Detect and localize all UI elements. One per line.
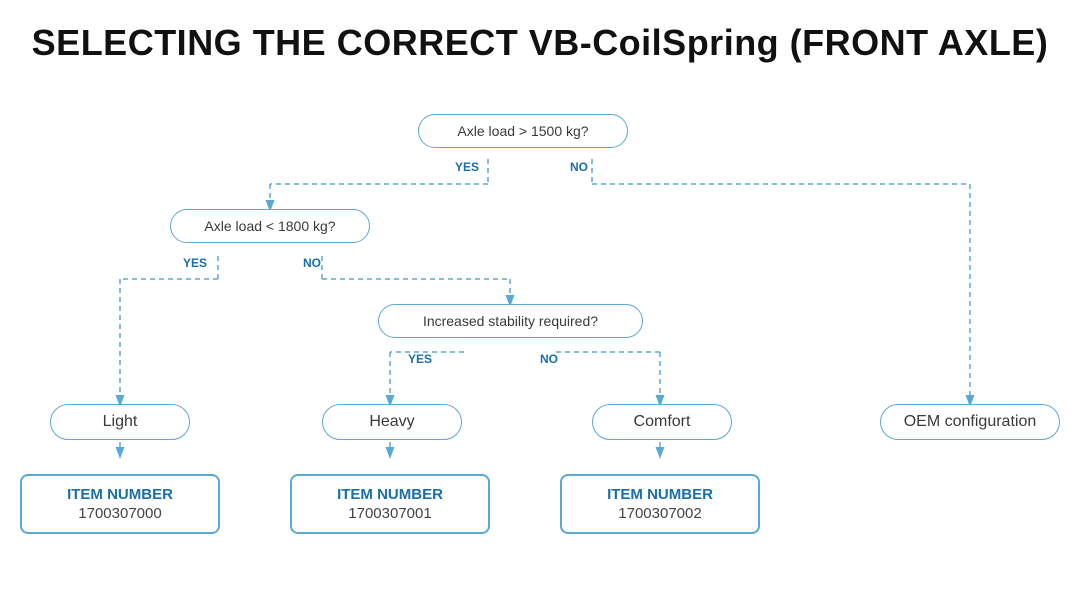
result-heavy-text: Heavy — [369, 413, 414, 430]
result-light-text: Light — [103, 413, 138, 430]
decision1-text: Axle load > 1500 kg? — [457, 123, 588, 139]
decision-box-3: Increased stability required? — [378, 304, 643, 338]
decision2-text: Axle load < 1800 kg? — [204, 218, 335, 234]
result-heavy: Heavy — [322, 404, 462, 440]
item1-label: ITEM NUMBER — [306, 486, 474, 503]
item0-number: 1700307000 — [36, 505, 204, 522]
decision3-yes-label: YES — [408, 352, 432, 366]
decision-box-1: Axle load > 1500 kg? — [418, 114, 628, 148]
item2-label: ITEM NUMBER — [576, 486, 744, 503]
decision3-no-label: NO — [540, 352, 558, 366]
item-box-0: ITEM NUMBER 1700307000 — [20, 474, 220, 534]
result-light: Light — [50, 404, 190, 440]
decision2-no-label: NO — [303, 256, 321, 270]
result-comfort-text: Comfort — [634, 413, 691, 430]
result-oem-text: OEM configuration — [904, 413, 1037, 430]
item0-label: ITEM NUMBER — [36, 486, 204, 503]
diagram-area: Axle load > 1500 kg? YES NO Axle load < … — [0, 84, 1080, 594]
item-box-2: ITEM NUMBER 1700307002 — [560, 474, 760, 534]
item-box-1: ITEM NUMBER 1700307001 — [290, 474, 490, 534]
decision1-yes-label: YES — [455, 160, 479, 174]
decision3-text: Increased stability required? — [423, 313, 598, 329]
item1-number: 1700307001 — [306, 505, 474, 522]
decision2-yes-label: YES — [183, 256, 207, 270]
decision1-no-label: NO — [570, 160, 588, 174]
result-oem: OEM configuration — [880, 404, 1060, 440]
item2-number: 1700307002 — [576, 505, 744, 522]
decision-box-2: Axle load < 1800 kg? — [170, 209, 370, 243]
page-title: SELECTING THE CORRECT VB-CoilSpring (FRO… — [0, 0, 1080, 74]
result-comfort: Comfort — [592, 404, 732, 440]
